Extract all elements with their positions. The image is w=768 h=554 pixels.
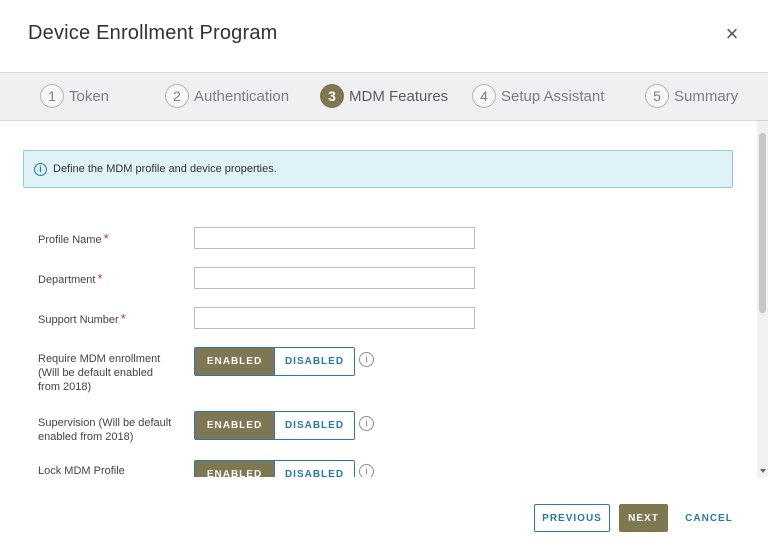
step-label: Token <box>69 87 110 105</box>
label-line: from 2018) <box>38 381 92 393</box>
scrollbar-thumb[interactable] <box>759 133 766 313</box>
step-number: 3 <box>320 84 344 108</box>
step-number: 2 <box>165 84 189 108</box>
step-summary[interactable]: 5 Summary <box>645 83 738 109</box>
lock-mdm-label: Lock MDM Profile <box>38 464 125 477</box>
close-icon[interactable]: × <box>718 18 746 50</box>
department-label: Department * <box>38 272 103 287</box>
next-button[interactable]: NEXT <box>619 504 668 532</box>
lock-mdm-toggle[interactable]: ENABLED DISABLED <box>194 460 355 477</box>
disabled-option[interactable]: DISABLED <box>275 348 354 375</box>
scroll-down-icon[interactable] <box>760 469 766 473</box>
disabled-option[interactable]: DISABLED <box>275 461 354 477</box>
label-line: enabled from 2018) <box>38 431 134 443</box>
step-label: Setup Assistant <box>501 87 605 105</box>
step-label: MDM Features <box>349 87 449 105</box>
step-authentication[interactable]: 2 Authentication <box>165 83 289 109</box>
department-label-text: Department <box>38 274 96 286</box>
dialog-title: Device Enrollment Program <box>28 22 278 44</box>
dialog-header: Device Enrollment Program × <box>0 0 768 73</box>
label-line: Lock MDM Profile <box>38 465 125 477</box>
step-number: 4 <box>472 84 496 108</box>
cancel-button[interactable]: CANCEL <box>681 504 737 532</box>
supervision-label: Supervision (Will be default enabled fro… <box>38 416 171 444</box>
dialog-footer: PREVIOUS NEXT CANCEL <box>0 478 768 554</box>
profile-name-label: Profile Name * <box>38 232 109 247</box>
profile-name-input[interactable] <box>194 227 475 249</box>
step-mdm-features[interactable]: 3 MDM Features <box>320 83 448 109</box>
supervision-toggle[interactable]: ENABLED DISABLED <box>194 411 355 440</box>
label-line: (Will be default enabled <box>38 367 153 379</box>
step-label: Authentication <box>194 87 290 105</box>
enabled-option[interactable]: ENABLED <box>195 348 275 375</box>
disabled-option[interactable]: DISABLED <box>275 412 354 439</box>
info-icon: i <box>34 162 47 176</box>
info-tooltip-icon[interactable]: i <box>359 352 374 367</box>
info-tooltip-icon[interactable]: i <box>359 464 374 477</box>
vertical-scrollbar[interactable] <box>757 121 768 477</box>
info-tooltip-icon[interactable]: i <box>359 416 374 431</box>
step-setup-assistant[interactable]: 4 Setup Assistant <box>472 83 604 109</box>
form-content[interactable]: i Define the MDM profile and device prop… <box>0 121 757 477</box>
required-marker: * <box>103 231 109 246</box>
profile-name-label-text: Profile Name <box>38 234 102 246</box>
require-mdm-toggle[interactable]: ENABLED DISABLED <box>194 347 355 376</box>
require-mdm-label: Require MDM enrollment (Will be default … <box>38 352 160 394</box>
label-line: Supervision (Will be default <box>38 417 172 429</box>
wizard-steps: 1 Token 2 Authentication 3 MDM Features … <box>0 73 768 121</box>
department-input[interactable] <box>194 267 475 289</box>
step-token[interactable]: 1 Token <box>40 83 109 109</box>
support-number-input[interactable] <box>194 307 475 329</box>
enabled-option[interactable]: ENABLED <box>195 461 275 477</box>
support-number-label-text: Support Number <box>38 314 119 326</box>
step-label: Summary <box>674 87 739 105</box>
enabled-option[interactable]: ENABLED <box>195 412 275 439</box>
previous-button[interactable]: PREVIOUS <box>534 504 610 532</box>
support-number-label: Support Number * <box>38 312 126 327</box>
label-line: Require MDM enrollment <box>38 353 161 365</box>
step-number: 1 <box>40 84 64 108</box>
info-banner: i Define the MDM profile and device prop… <box>23 150 733 188</box>
step-number: 5 <box>645 84 669 108</box>
required-marker: * <box>120 311 126 326</box>
required-marker: * <box>97 271 103 286</box>
info-text: Define the MDM profile and device proper… <box>53 163 277 175</box>
